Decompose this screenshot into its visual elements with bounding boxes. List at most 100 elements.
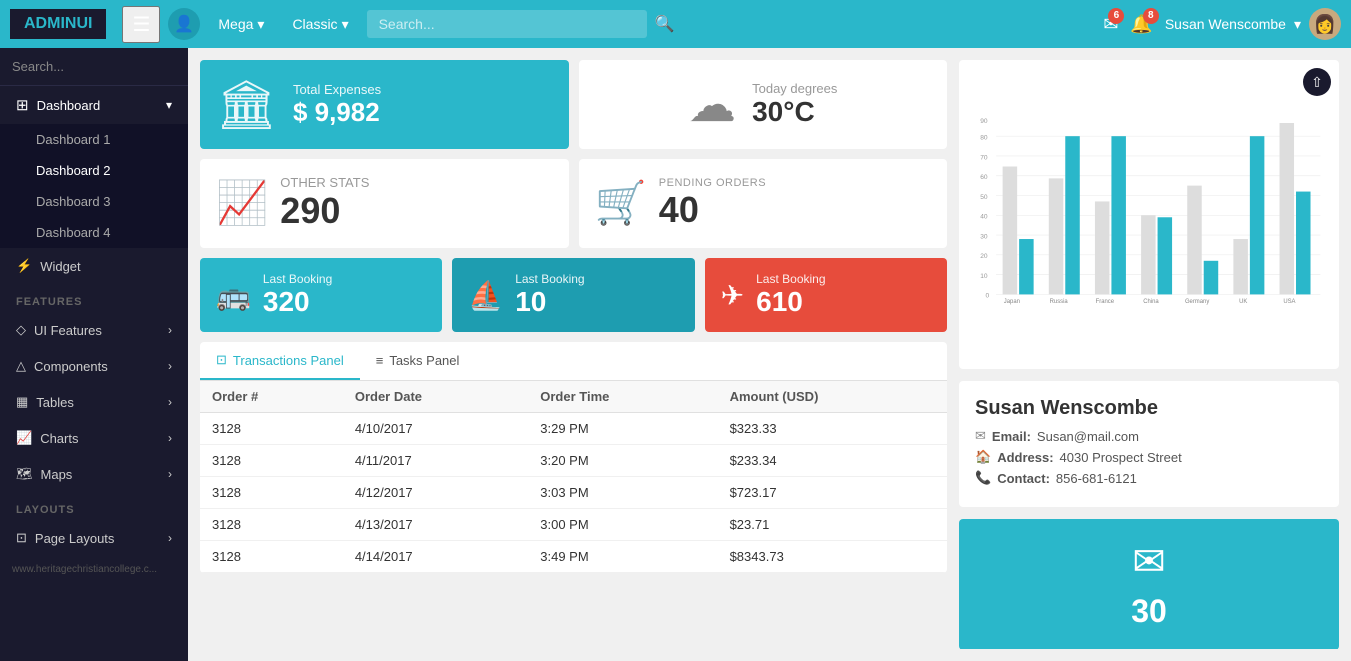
svg-text:USA: USA xyxy=(1283,299,1295,305)
pending-orders-label: PENDING ORDERS xyxy=(659,177,766,189)
sidebar-item-dashboard1[interactable]: Dashboard 1 xyxy=(0,124,188,155)
tab-transactions[interactable]: ⊡ Transactions Panel xyxy=(200,342,360,380)
sidebar-item-charts[interactable]: 📈 Charts › xyxy=(0,420,188,456)
top-search-icon[interactable]: 🔍 xyxy=(655,14,675,34)
bell-notification-button[interactable]: 🔔 8 xyxy=(1130,14,1152,35)
table-cell: 4/10/2017 xyxy=(343,413,528,445)
table-cell: $23.71 xyxy=(718,509,947,541)
logo: ADMINUI xyxy=(10,9,106,39)
tab-tasks[interactable]: ≡ Tasks Panel xyxy=(360,342,476,380)
sidebar-search-input[interactable] xyxy=(12,59,188,74)
table-cell: $8343.73 xyxy=(718,541,947,573)
tasks-tab-icon: ≡ xyxy=(376,353,384,368)
sidebar-item-dashboard2[interactable]: Dashboard 2 xyxy=(0,155,188,186)
plane-icon: ✈ xyxy=(721,279,744,312)
table-cell: $323.33 xyxy=(718,413,947,445)
sidebar-item-dashboard4[interactable]: Dashboard 4 xyxy=(0,217,188,248)
chevron-right-icon: › xyxy=(168,395,172,409)
sidebar-item-dashboard[interactable]: ⊞ Dashboard ▾ xyxy=(0,86,188,124)
content-right: ⇧ 0 10 20 30 40 50 60 70 80 90 xyxy=(959,60,1339,649)
main-content: 🏛 Total Expenses $ 9,982 ☁ Today degrees… xyxy=(188,48,1351,661)
mail-panel: ✉ 30 xyxy=(959,519,1339,649)
avatar: 👩 xyxy=(1309,8,1341,40)
main-layout: 🔍 ⊞ Dashboard ▾ Dashboard 1 Dashboard 2 … xyxy=(0,48,1351,661)
booking-card-boat: ⛵ Last Booking 10 xyxy=(452,258,694,332)
svg-text:0: 0 xyxy=(986,293,990,300)
features-section-label: FEATURES xyxy=(0,284,188,312)
table-row: 31284/10/20173:29 PM$323.33 xyxy=(200,413,947,445)
widget-icon: ⚡ xyxy=(16,258,32,274)
chart-share-button[interactable]: ⇧ xyxy=(1303,68,1331,96)
bar-usa-s2 xyxy=(1296,192,1311,295)
booking-plane-label: Last Booking xyxy=(756,272,825,286)
svg-text:30: 30 xyxy=(980,233,988,240)
sidebar-item-components[interactable]: △ Components › xyxy=(0,348,188,384)
logo-text-plain: ADMIN xyxy=(24,15,76,32)
svg-text:60: 60 xyxy=(980,174,988,181)
col-order-num: Order # xyxy=(200,381,343,413)
svg-text:Germany: Germany xyxy=(1185,299,1209,305)
other-stats-label: Other Stats xyxy=(280,175,369,190)
layouts-section-label: LAYOUTS xyxy=(0,492,188,520)
col-order-date: Order Date xyxy=(343,381,528,413)
booking-card-bus: 🚌 Last Booking 320 xyxy=(200,258,442,332)
user-icon-button[interactable]: 👤 xyxy=(168,8,200,40)
chart-area: ⇧ 0 10 20 30 40 50 60 70 80 90 xyxy=(959,60,1339,369)
top-navigation: ADMINUI ☰ 👤 Mega ▾ Classic ▾ 🔍 ✉ 6 🔔 8 S… xyxy=(0,0,1351,48)
bar-uk-s1 xyxy=(1233,239,1248,294)
sidebar-item-page-layouts[interactable]: ⊡ Page Layouts › xyxy=(0,520,188,556)
user-email: ✉ Email: Susan@mail.com xyxy=(975,428,1323,444)
booking-bus-label: Last Booking xyxy=(263,272,332,286)
sidebar-item-ui-features[interactable]: ◇ UI Features › xyxy=(0,312,188,348)
sidebar-item-tables-label: Tables xyxy=(36,395,74,410)
user-name: Susan Wenscombe xyxy=(1165,16,1286,32)
email-notification-button[interactable]: ✉ 6 xyxy=(1103,14,1118,35)
svg-text:70: 70 xyxy=(980,154,988,161)
table-cell: 3128 xyxy=(200,477,343,509)
chevron-right-icon: › xyxy=(168,531,172,545)
bar-russia-s1 xyxy=(1049,178,1064,294)
sidebar-item-maps-label: Maps xyxy=(41,467,73,482)
classic-menu-button[interactable]: Classic ▾ xyxy=(282,12,358,37)
bar-china-s2 xyxy=(1158,217,1173,294)
user-profile-button[interactable]: Susan Wenscombe ▾ 👩 xyxy=(1165,8,1341,40)
table-cell: 3128 xyxy=(200,541,343,573)
table-cell: 3:00 PM xyxy=(528,509,717,541)
table-cell: 3128 xyxy=(200,509,343,541)
user-address: 🏠 Address: 4030 Prospect Street xyxy=(975,449,1323,465)
table-cell: 3:20 PM xyxy=(528,445,717,477)
top-search-input[interactable] xyxy=(367,10,647,38)
sidebar-item-maps[interactable]: 🗺 Maps › xyxy=(0,456,188,492)
sidebar-item-widget[interactable]: ⚡ Widget xyxy=(0,248,188,284)
pending-orders-card: 🛒 PENDING ORDERS 40 xyxy=(579,159,948,248)
table-cell: 3:03 PM xyxy=(528,477,717,509)
tables-icon: ▦ xyxy=(16,394,28,410)
bell-badge: 8 xyxy=(1143,8,1159,24)
contact-value: 856-681-6121 xyxy=(1056,471,1137,486)
mega-menu-button[interactable]: Mega ▾ xyxy=(208,12,274,37)
table-cell: 4/12/2017 xyxy=(343,477,528,509)
table-cell: $723.17 xyxy=(718,477,947,509)
bar-chart: 0 10 20 30 40 50 60 70 80 90 xyxy=(971,72,1327,352)
total-expenses-label: Total Expenses xyxy=(293,82,381,97)
transactions-panel: ⊡ Transactions Panel ≡ Tasks Panel Order… xyxy=(200,342,947,573)
sidebar-item-dashboard-label: Dashboard xyxy=(37,98,101,113)
components-icon: △ xyxy=(16,358,26,374)
table-row: 31284/13/20173:00 PM$23.71 xyxy=(200,509,947,541)
table-row: 31284/12/20173:03 PM$723.17 xyxy=(200,477,947,509)
table-cell: 3:49 PM xyxy=(528,541,717,573)
sidebar-item-tables[interactable]: ▦ Tables › xyxy=(0,384,188,420)
table-cell: 4/14/2017 xyxy=(343,541,528,573)
total-expenses-value: $ 9,982 xyxy=(293,97,381,128)
mail-count: 30 xyxy=(1131,593,1167,630)
svg-text:80: 80 xyxy=(980,134,988,141)
sidebar-item-dashboard3[interactable]: Dashboard 3 xyxy=(0,186,188,217)
booking-bus-value: 320 xyxy=(263,286,332,318)
hamburger-button[interactable]: ☰ xyxy=(122,6,160,43)
boat-icon: ⛵ xyxy=(468,279,503,312)
total-expenses-card: 🏛 Total Expenses $ 9,982 xyxy=(200,60,569,149)
email-icon: ✉ xyxy=(975,428,986,444)
chevron-right-icon: › xyxy=(168,359,172,373)
transactions-tab-icon: ⊡ xyxy=(216,352,227,368)
table-cell: $233.34 xyxy=(718,445,947,477)
